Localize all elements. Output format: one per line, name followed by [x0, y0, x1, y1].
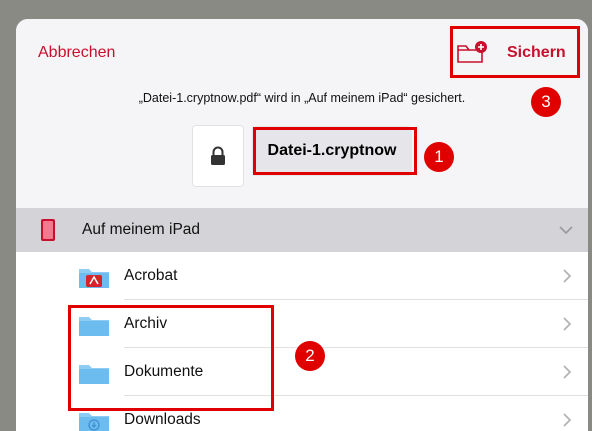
chevron-right-icon [563, 317, 572, 331]
ipad-icon [41, 219, 55, 241]
folder-row-acrobat[interactable]: Acrobat [16, 252, 588, 300]
save-destination-note: „Datei-1.cryptnow.pdf“ wird in „Auf mein… [138, 91, 466, 105]
folder-label: Downloads [124, 411, 201, 428]
annotation-box-save [450, 26, 580, 78]
lock-icon [211, 146, 225, 165]
acrobat-icon [79, 269, 109, 288]
annotation-box-filename [253, 127, 417, 175]
chevron-down-icon [559, 226, 573, 235]
annotation-number-3: 3 [531, 87, 561, 117]
folder-label: Acrobat [124, 267, 178, 284]
chevron-right-icon [563, 365, 572, 379]
chevron-right-icon [563, 413, 572, 427]
location-header[interactable]: Auf meinem iPad [16, 208, 588, 252]
cancel-button[interactable]: Abbrechen [38, 44, 115, 62]
downloads-folder-icon [79, 413, 109, 431]
chevron-right-icon [563, 269, 572, 283]
annotation-number-1: 1 [424, 142, 454, 172]
file-thumbnail [192, 125, 244, 187]
location-label: Auf meinem iPad [82, 221, 201, 238]
annotation-box-folders [68, 305, 274, 411]
annotation-number-2: 2 [295, 341, 325, 371]
